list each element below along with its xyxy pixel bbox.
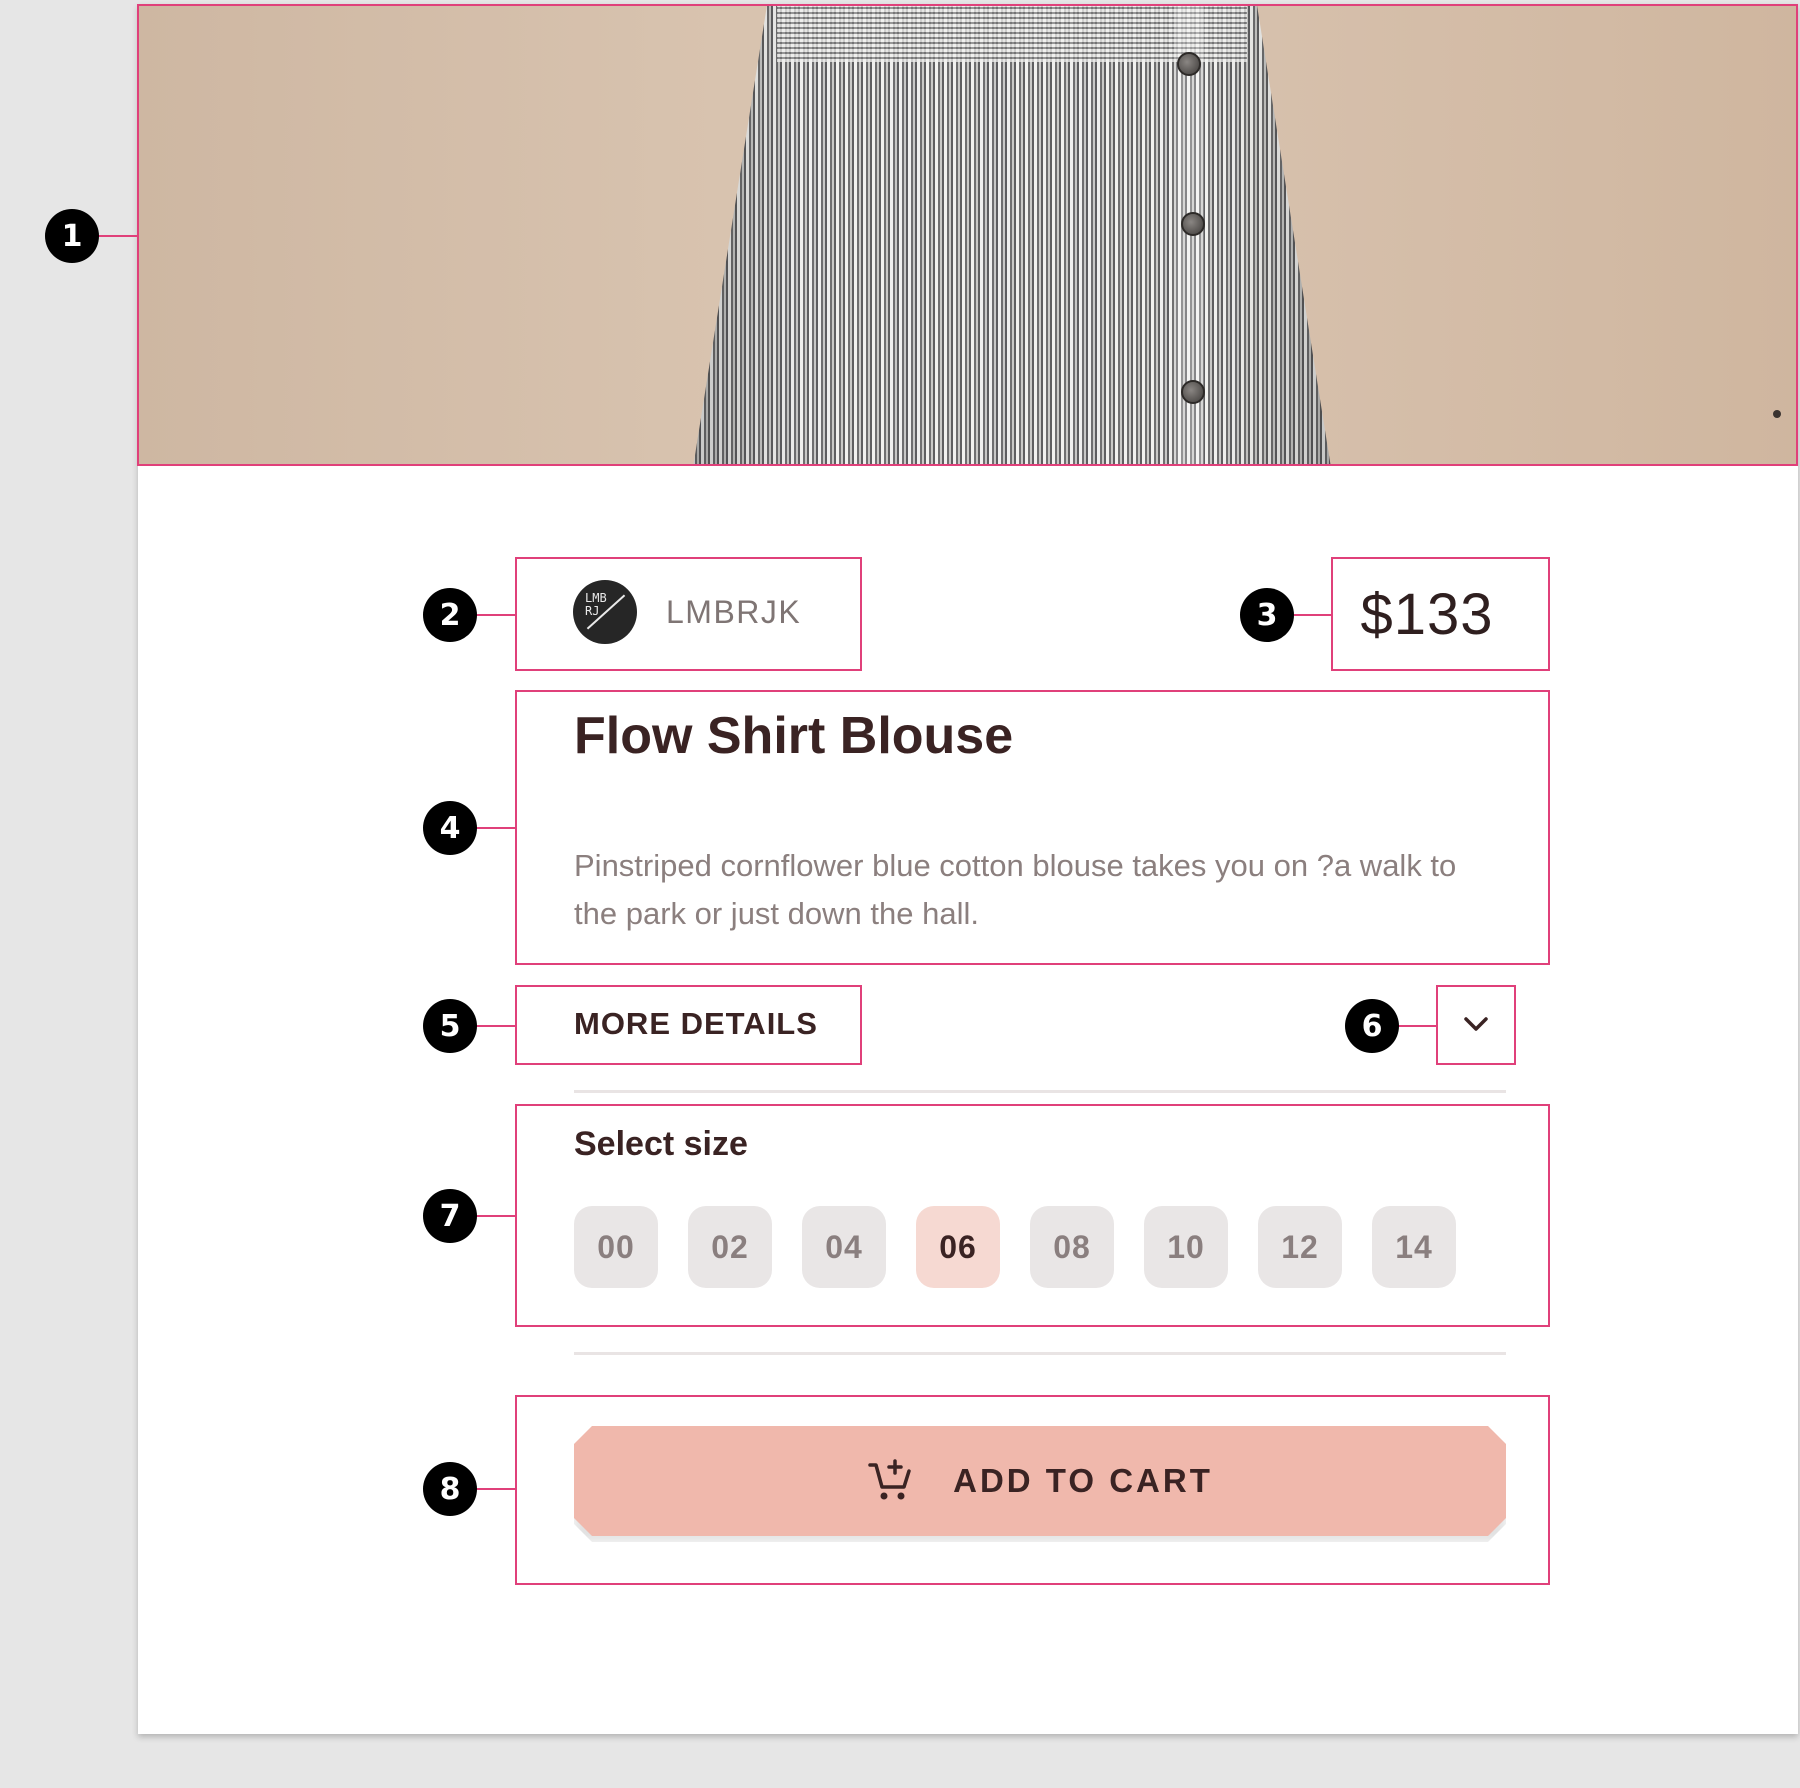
product-description: Pinstriped cornflower blue cotton blouse… bbox=[574, 848, 1457, 931]
size-chip-10[interactable]: 10 bbox=[1144, 1206, 1228, 1288]
brand-logo[interactable]: LMB RJ bbox=[573, 580, 637, 644]
annotation-leader bbox=[476, 1025, 516, 1027]
size-chip-02[interactable]: 02 bbox=[688, 1206, 772, 1288]
annotation-leader bbox=[1294, 614, 1332, 616]
divider bbox=[574, 1352, 1506, 1355]
size-chip-08[interactable]: 08 bbox=[1030, 1206, 1114, 1288]
size-chip-14[interactable]: 14 bbox=[1372, 1206, 1456, 1288]
product-price: $133 bbox=[1360, 582, 1494, 647]
more-details-button[interactable]: MORE DETAILS bbox=[574, 1006, 818, 1042]
annotation-marker-6: 6 bbox=[1345, 999, 1399, 1053]
annotation-leader bbox=[1398, 1025, 1436, 1027]
size-chip-04[interactable]: 04 bbox=[802, 1206, 886, 1288]
annotation-marker-5: 5 bbox=[423, 999, 477, 1053]
size-options: 00 02 04 06 08 10 12 14 bbox=[574, 1206, 1456, 1288]
product-title: Flow Shirt Blouse bbox=[574, 707, 1014, 765]
brand-name[interactable]: LMBRJK bbox=[666, 594, 801, 631]
add-to-cart-icon bbox=[867, 1457, 915, 1505]
annotation-leader bbox=[476, 827, 516, 829]
annotation-leader bbox=[476, 1215, 516, 1217]
size-chip-00[interactable]: 00 bbox=[574, 1206, 658, 1288]
annotation-marker-2: 2 bbox=[423, 588, 477, 642]
annotation-box-1 bbox=[137, 4, 1798, 466]
add-to-cart-label: ADD TO CART bbox=[953, 1462, 1213, 1499]
annotation-leader bbox=[98, 235, 138, 237]
size-section-label: Select size bbox=[574, 1125, 748, 1163]
expand-details-button[interactable] bbox=[1437, 985, 1515, 1063]
annotation-marker-7: 7 bbox=[423, 1189, 477, 1243]
divider bbox=[574, 1090, 1506, 1093]
annotation-marker-4: 4 bbox=[423, 801, 477, 855]
chevron-down-icon bbox=[1464, 1017, 1488, 1031]
size-chip-06[interactable]: 06 bbox=[916, 1206, 1000, 1288]
annotation-leader bbox=[476, 614, 516, 616]
annotation-leader bbox=[476, 1488, 516, 1490]
annotation-marker-8: 8 bbox=[423, 1462, 477, 1516]
add-to-cart-button[interactable]: ADD TO CART bbox=[574, 1426, 1506, 1536]
size-chip-12[interactable]: 12 bbox=[1258, 1206, 1342, 1288]
annotation-marker-1: 1 bbox=[45, 209, 99, 263]
annotation-marker-3: 3 bbox=[1240, 588, 1294, 642]
